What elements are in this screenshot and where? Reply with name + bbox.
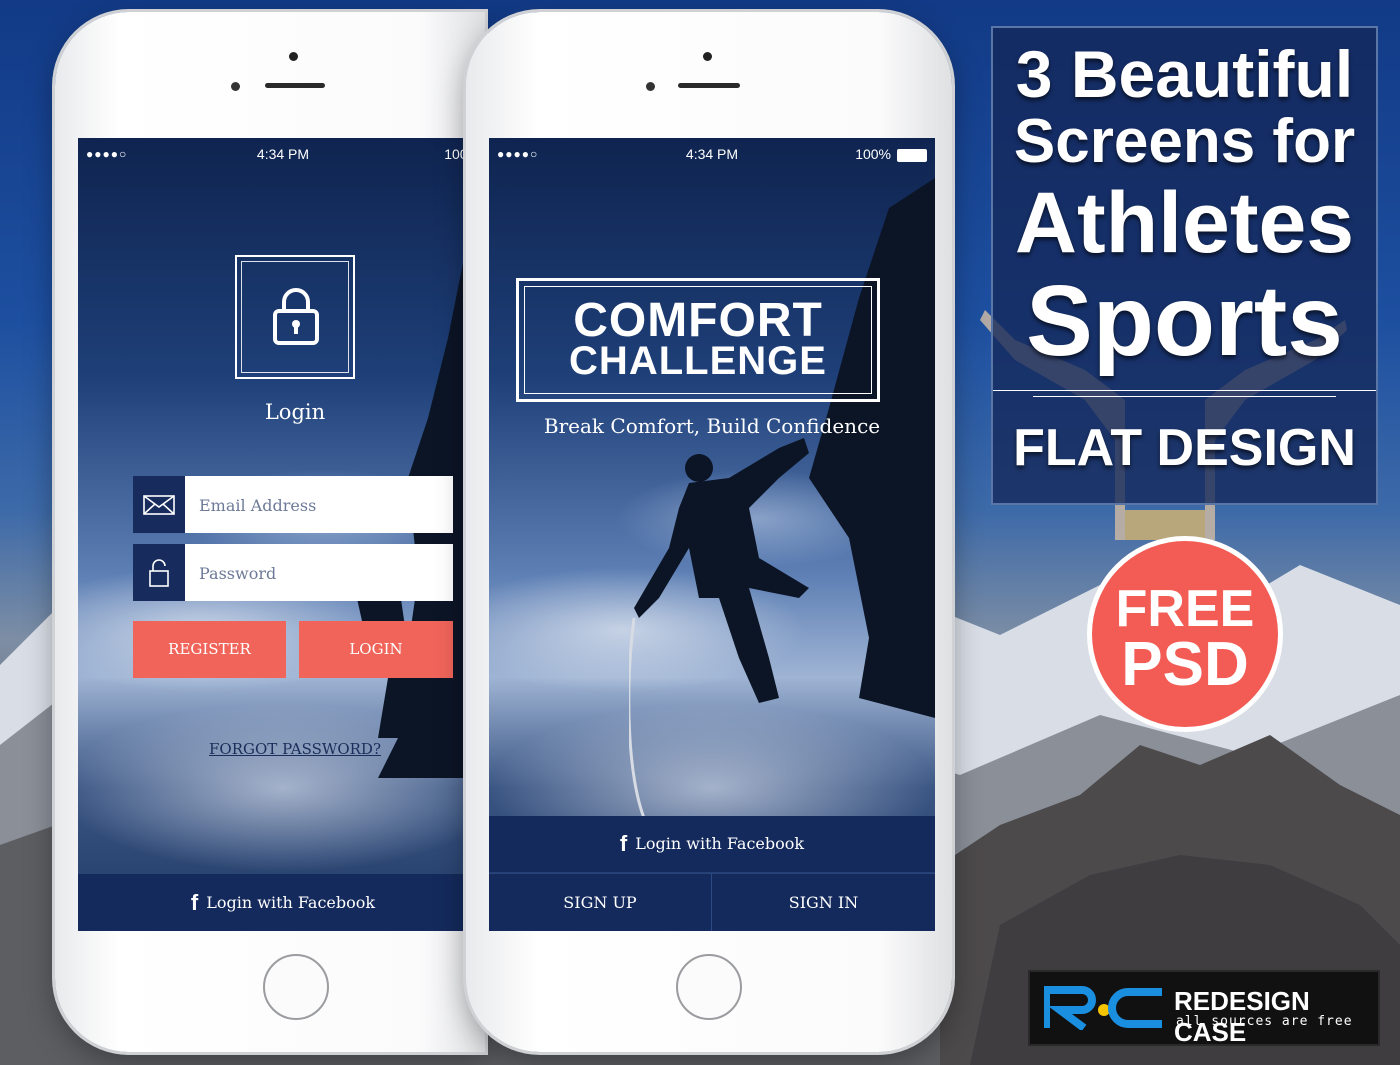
email-field[interactable]: Email Address [133,476,453,533]
login-button[interactable]: LOGIN [299,621,453,678]
facebook-icon: f [190,890,199,915]
login-title: Login [264,400,326,424]
sign-up-button[interactable]: SIGN UP [489,874,712,931]
climber-silhouette [629,178,935,818]
phone-login: ●●●●○ 4:34 PM 100% Login Email Address P… [55,12,488,1052]
badge-line-2: PSD [1121,630,1249,699]
splash-screen: ●●●●○ 4:34 PM 100% COMFORT CHALLENGE Bre… [489,138,935,931]
sign-in-button[interactable]: SIGN IN [712,874,935,931]
email-placeholder: Email Address [199,496,317,515]
password-placeholder: Password [199,564,277,583]
phone-splash: ●●●●○ 4:34 PM 100% COMFORT CHALLENGE Bre… [466,12,952,1052]
sensor-dot [231,82,240,91]
tagline: Break Comfort, Build Confidence [543,414,881,438]
facebook-login-button[interactable]: f Login with Facebook [78,874,488,931]
status-time: 4:34 PM [256,146,310,162]
register-button[interactable]: REGISTER [133,621,286,678]
home-button[interactable] [263,954,329,1020]
facebook-login-button[interactable]: f Login with Facebook [489,816,935,873]
lock-icon [273,288,319,345]
facebook-login-label: Login with Facebook [635,834,805,853]
password-field[interactable]: Password [133,544,453,601]
logo-line-1: COMFORT [573,294,823,347]
brand-logo: REDESIGN CASE all sources are free [1028,970,1380,1047]
login-screen: ●●●●○ 4:34 PM 100% Login Email Address P… [78,138,488,931]
promo-panel: 3 Beautiful Screens for Athletes Sports … [991,26,1378,505]
promo-line-1: 3 Beautiful [1015,37,1354,111]
app-logo: COMFORT CHALLENGE [516,278,880,402]
front-camera-dot [289,52,298,61]
envelope-icon [133,476,185,533]
promo-line-4: Sports [1026,265,1343,377]
brand-tagline: all sources are free [1176,1014,1353,1029]
home-button[interactable] [676,954,742,1020]
promo-line-5: FLAT DESIGN [1013,419,1356,477]
facebook-icon: f [619,831,628,856]
status-bar: ●●●●○ 4:34 PM 100% [489,138,935,170]
padlock-icon [133,544,185,601]
battery-icon [897,148,927,162]
promo-line-2: Screens for [1013,107,1356,176]
status-bar: ●●●●○ 4:34 PM 100% [78,138,488,170]
logo-line-2: CHALLENGE [569,339,827,383]
front-camera-dot [703,52,712,61]
lock-frame [235,255,355,379]
divider-line [993,390,1376,391]
sensor-dot [646,82,655,91]
promo-line-3: Athletes [1014,175,1355,271]
auth-button-row: SIGN UP SIGN IN [489,874,935,931]
free-psd-badge: FREE PSD [1087,536,1283,732]
earpiece [265,83,325,88]
battery-indicator: 100% [855,146,927,162]
facebook-login-label: Login with Facebook [206,893,376,912]
divider-line [1033,396,1336,397]
rc-logo-icon [1044,986,1162,1030]
forgot-password-link[interactable]: FORGOT PASSWORD? [78,740,488,758]
earpiece [678,83,740,88]
